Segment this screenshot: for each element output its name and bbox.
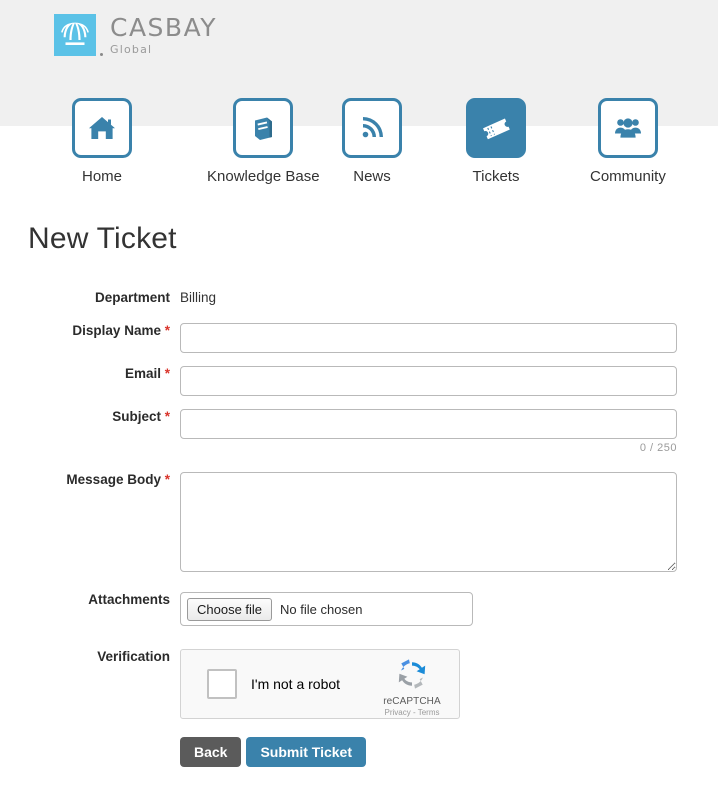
required-marker-subject: * [164, 409, 170, 425]
nav-item-knowledge-base[interactable]: Knowledge Base [207, 98, 320, 185]
form-actions: Back Submit Ticket [180, 737, 718, 768]
nav-box-home[interactable] [72, 98, 132, 158]
recaptcha-label: I'm not a robot [251, 676, 341, 693]
form-row-display-name: Display Name * [0, 323, 718, 354]
form-row-subject: Subject * 0 / 250 [0, 409, 718, 454]
nav-box-news[interactable] [342, 98, 402, 158]
label-subject-text: Subject [112, 409, 161, 425]
required-marker-email: * [164, 366, 170, 382]
rss-icon [362, 117, 383, 138]
subject-character-counter: 0 / 250 [639, 442, 677, 455]
nav-label-tickets: Tickets [472, 168, 520, 185]
label-display-name: Display Name * [0, 323, 180, 339]
registered-mark-icon [100, 53, 103, 56]
subject-input[interactable] [180, 409, 677, 440]
brand-name: CASBAY [110, 13, 218, 42]
label-message-body: Message Body * [0, 472, 180, 488]
nav-item-tickets[interactable]: Tickets [466, 98, 526, 185]
main-navigation: Home Knowledge Base News Tickets Communi… [0, 98, 718, 188]
label-attachments: Attachments [88, 592, 170, 608]
recaptcha-privacy-terms-links[interactable]: Privacy - Terms [374, 708, 450, 717]
label-email-text: Email [124, 366, 161, 382]
nav-item-home[interactable]: Home [72, 98, 132, 185]
page-title: New Ticket [28, 222, 177, 255]
nav-box-tickets[interactable] [466, 98, 526, 158]
form-row-email: Email * [0, 366, 718, 397]
form-row-department: Department Billing [0, 290, 718, 306]
nav-box-knowledge-base[interactable] [233, 98, 294, 158]
new-ticket-form: Department Billing Display Name * Email … [0, 290, 718, 768]
nav-item-news[interactable]: News [342, 98, 402, 185]
casbay-crown-logo-icon [54, 14, 103, 56]
site-logo[interactable]: CASBAY Global [54, 14, 217, 56]
label-email: Email * [0, 366, 180, 382]
label-department: Department [94, 290, 170, 305]
label-verification: Verification [97, 649, 170, 665]
required-marker-display-name: * [164, 323, 170, 339]
home-icon [89, 117, 115, 139]
form-row-attachments: Attachments Choose file No file chosen [0, 592, 718, 627]
required-marker-message-body: * [164, 472, 170, 488]
form-row-actions: Back Submit Ticket [0, 737, 718, 768]
nav-label-knowledge-base: Knowledge Base [207, 168, 320, 185]
recaptcha-widget[interactable]: I'm not a robot reCAPTCHA Privacy - Term… [180, 649, 460, 720]
recaptcha-checkbox[interactable] [207, 669, 237, 700]
label-display-name-text: Display Name [72, 323, 161, 339]
book-icon [255, 117, 273, 140]
nav-label-community: Community [590, 168, 666, 185]
email-input[interactable] [180, 366, 677, 397]
file-chosen-status: No file chosen [280, 601, 363, 617]
display-name-input[interactable] [180, 323, 677, 354]
nav-label-home: Home [81, 168, 122, 185]
nav-box-community[interactable] [597, 98, 658, 158]
recaptcha-brand-name: reCAPTCHA [383, 696, 441, 708]
attachments-file-input[interactable]: Choose file No file chosen [180, 592, 473, 627]
message-body-textarea[interactable] [180, 472, 677, 573]
nav-label-news: News [353, 168, 391, 185]
form-row-verification: Verification I'm not a robot reCAPTCHA P… [0, 649, 718, 720]
choose-file-button[interactable]: Choose file [187, 597, 273, 621]
recaptcha-logo-icon [398, 659, 426, 689]
back-button[interactable]: Back [180, 737, 242, 768]
ticket-icon [483, 118, 510, 140]
label-message-body-text: Message Body [66, 472, 161, 488]
people-group-icon [614, 118, 641, 138]
label-subject: Subject * [0, 409, 180, 425]
recaptcha-branding: reCAPTCHA Privacy - Terms [374, 658, 450, 717]
nav-item-community[interactable]: Community [590, 98, 666, 185]
brand-subtitle: Global [110, 43, 153, 56]
form-row-message-body: Message Body * [0, 472, 718, 573]
submit-ticket-button[interactable]: Submit Ticket [246, 737, 367, 768]
value-department: Billing [180, 290, 217, 305]
